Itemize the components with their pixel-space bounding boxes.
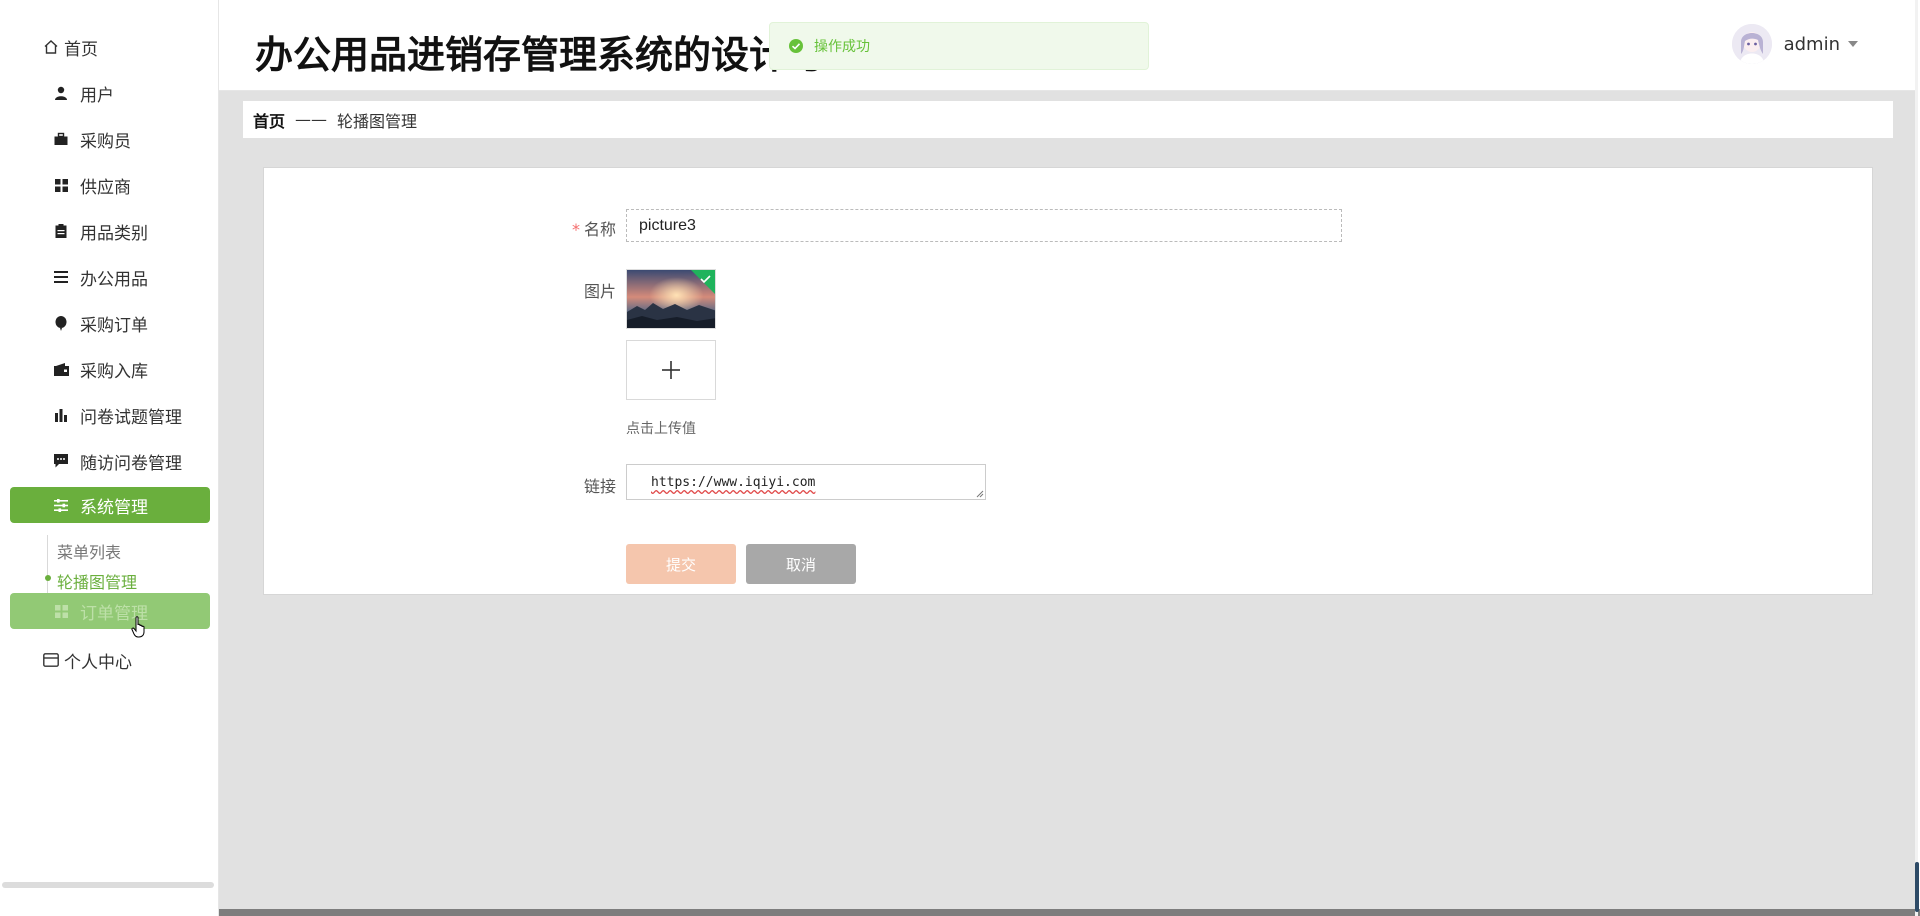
sidebar-item-label: 采购订单: [80, 315, 148, 336]
cancel-button[interactable]: 取消: [746, 544, 856, 584]
avatar[interactable]: [1731, 24, 1772, 64]
check-circle-icon: [789, 39, 803, 53]
submenu-item-menu-list[interactable]: 菜单列表: [57, 539, 121, 563]
plus-icon: [662, 361, 680, 379]
name-label: * 名称: [536, 216, 616, 240]
sidebar-item-label: 供应商: [80, 177, 131, 198]
sidebar-item-label: 随访问卷管理: [80, 453, 182, 474]
name-input[interactable]: picture3: [626, 209, 1342, 242]
sidebar-item-system-management[interactable]: 系统管理: [10, 487, 210, 523]
home-icon: [42, 38, 60, 56]
sidebar-item-label: 采购入库: [80, 361, 148, 382]
grid-icon: [52, 602, 70, 620]
username[interactable]: admin: [1784, 34, 1840, 55]
breadcrumb: 首页 —— 轮播图管理: [243, 101, 1893, 138]
breadcrumb-separator: ——: [295, 110, 328, 129]
submenu-item-carousel-management[interactable]: 轮播图管理: [57, 569, 137, 593]
wallet-icon: [52, 360, 70, 378]
list-icon: [52, 268, 70, 286]
caret-down-icon[interactable]: [1848, 41, 1858, 47]
horizontal-scrollbar[interactable]: [219, 909, 1920, 916]
sidebar-item-label: 用品类别: [80, 223, 148, 244]
toast-message: 操作成功: [814, 39, 870, 55]
clipboard-icon: [52, 222, 70, 240]
sidebar-item-label: 用户: [80, 85, 114, 106]
card-icon: [42, 651, 60, 669]
breadcrumb-current: 轮播图管理: [337, 111, 418, 131]
breadcrumb-home[interactable]: 首页: [253, 108, 285, 132]
sidebar-item-suppliers[interactable]: 供应商: [10, 167, 210, 203]
grid-icon: [52, 176, 70, 194]
bar-chart-icon: [52, 406, 70, 424]
briefcase-icon: [52, 130, 70, 148]
sidebar-item-label: 采购员: [80, 131, 131, 152]
sidebar-item-followup-questionnaires[interactable]: 随访问卷管理: [10, 443, 210, 479]
sliders-icon: [52, 496, 70, 514]
image-label: 图片: [583, 282, 616, 301]
sidebar-item-purchase-stock-in[interactable]: 采购入库: [10, 351, 210, 387]
landscape-photo-icon: [627, 270, 715, 328]
sidebar-item-buyers[interactable]: 采购员: [10, 121, 210, 157]
main-content: 首页 —— 轮播图管理 * 名称 picture3 图片 点击上传值 链接 ht…: [219, 91, 1918, 916]
header: 办公用品进销存管理系统的设计与 操作成功 admin: [219, 0, 1918, 91]
sidebar-item-office-supplies[interactable]: 办公用品: [10, 259, 210, 295]
user-menu[interactable]: admin: [1731, 24, 1858, 64]
submit-button[interactable]: 提交: [626, 544, 736, 584]
balloon-icon: [52, 314, 70, 332]
sidebar-item-categories[interactable]: 用品类别: [10, 213, 210, 249]
form-card: * 名称 picture3 图片 点击上传值 链接 https://www.iq…: [263, 167, 1873, 595]
link-textarea[interactable]: https://www.iqiyi.com: [626, 464, 986, 500]
uploaded-image-thumbnail[interactable]: [626, 269, 716, 329]
image-upload-button[interactable]: [626, 340, 716, 400]
vertical-scrollbar-thumb[interactable]: [1915, 862, 1919, 912]
sidebar-item-order-management[interactable]: 订单管理: [10, 593, 210, 629]
required-asterisk: *: [571, 220, 580, 239]
sidebar-scrollbar[interactable]: [2, 882, 214, 888]
resize-handle-icon[interactable]: [976, 490, 984, 498]
sidebar-item-questionnaire-questions[interactable]: 问卷试题管理: [10, 397, 210, 433]
upload-hint: 点击上传值: [626, 421, 696, 437]
sidebar-item-purchase-orders[interactable]: 采购订单: [10, 305, 210, 341]
sidebar-item-label: 个人中心: [64, 652, 132, 673]
app-title: 办公用品进销存管理系统的设计与: [255, 35, 826, 77]
vertical-scrollbar-track[interactable]: [1915, 0, 1918, 916]
sidebar-item-label: 办公用品: [80, 269, 148, 290]
active-indicator-dot: [45, 575, 51, 581]
link-label: 链接: [583, 477, 616, 496]
sidebar-item-users[interactable]: 用户: [10, 75, 210, 111]
link-value: https://www.iqiyi.com: [651, 475, 816, 490]
sidebar: 首页 用户 采购员 供应商 用品类别 办公用品 采购订单 采购入库 问卷试题管理…: [0, 0, 219, 916]
sidebar-item-label: 系统管理: [80, 497, 148, 518]
submenu-line: [47, 535, 48, 595]
message-icon: [52, 452, 70, 470]
sidebar-item-label: 问卷试题管理: [80, 407, 182, 428]
sidebar-item-label: 首页: [64, 39, 98, 60]
sidebar-item-home[interactable]: 首页: [10, 29, 210, 65]
success-toast: 操作成功: [769, 22, 1149, 70]
name-label-text: 名称: [583, 220, 616, 239]
sidebar-item-personal-center[interactable]: 个人中心: [10, 642, 210, 678]
user-icon: [52, 84, 70, 102]
hand-cursor-icon: [131, 616, 149, 642]
